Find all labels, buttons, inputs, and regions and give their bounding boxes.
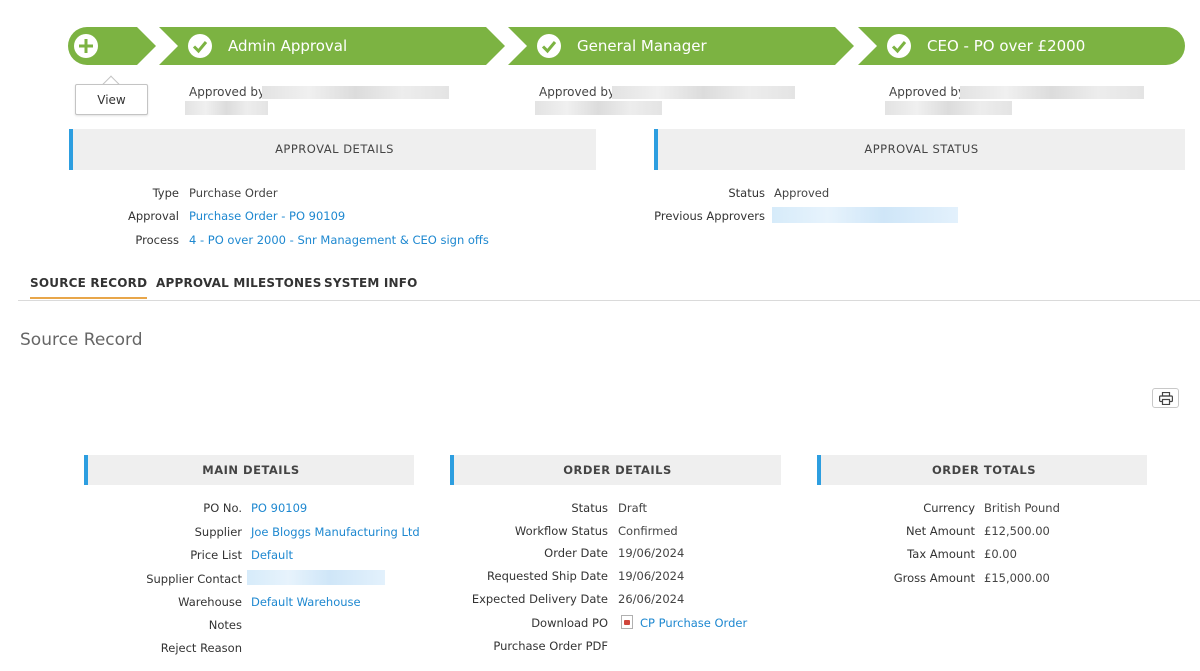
approval-details-header: APPROVAL DETAILS xyxy=(69,129,596,170)
field-value-order-date: 19/06/2024 xyxy=(618,546,685,560)
main-details-header: MAIN DETAILS xyxy=(84,455,414,485)
tab-source-record[interactable]: SOURCE RECORD xyxy=(30,276,148,299)
supplier-link[interactable]: Joe Bloggs Manufacturing Ltd xyxy=(251,525,420,539)
redacted-approver-date xyxy=(185,101,268,115)
field-value-requested-ship-date: 19/06/2024 xyxy=(618,569,685,583)
field-label-type: Type xyxy=(152,186,179,200)
path-start-step[interactable] xyxy=(68,27,156,65)
redacted-previous-approvers[interactable] xyxy=(772,207,958,223)
step-label: General Manager xyxy=(577,37,707,55)
tab-approval-milestones[interactable]: APPROVAL MILESTONES xyxy=(156,276,322,290)
path-step-general-manager[interactable]: General Manager xyxy=(508,27,854,65)
field-label-gross-amount: Gross Amount xyxy=(893,571,975,585)
field-label-price-list: Price List xyxy=(190,548,242,562)
field-value-type: Purchase Order xyxy=(189,186,278,200)
document-icon xyxy=(621,615,633,629)
field-value-workflow-status: Confirmed xyxy=(618,524,678,538)
field-label-order-date: Order Date xyxy=(544,546,608,560)
order-totals-header: ORDER TOTALS xyxy=(817,455,1147,485)
warehouse-link[interactable]: Default Warehouse xyxy=(251,595,361,609)
check-circle-icon xyxy=(537,34,561,58)
field-label-supplier-contact: Supplier Contact xyxy=(146,572,242,586)
field-label-net-amount: Net Amount xyxy=(905,524,975,538)
field-value-tax-amount: £0.00 xyxy=(984,547,1017,561)
redacted-approver xyxy=(612,86,795,99)
approved-by-label: Approved by xyxy=(539,85,616,99)
field-value-gross-amount: £15,000.00 xyxy=(984,571,1050,585)
step-label: CEO - PO over £2000 xyxy=(927,37,1086,55)
field-label-approval: Approval xyxy=(127,209,179,223)
field-value-order-status: Draft xyxy=(618,501,647,515)
field-label-notes: Notes xyxy=(208,618,242,632)
path-step-admin-approval[interactable]: Admin Approval xyxy=(159,27,505,65)
field-label-status: Status xyxy=(728,186,765,200)
price-list-link[interactable]: Default xyxy=(251,548,293,562)
order-details-header: ORDER DETAILS xyxy=(450,455,781,485)
redacted-approver-date xyxy=(885,101,1012,115)
check-circle-icon xyxy=(887,34,911,58)
field-value-currency: British Pound xyxy=(984,501,1060,515)
field-label-expected-delivery-date: Expected Delivery Date xyxy=(471,592,608,606)
field-label-supplier: Supplier xyxy=(194,525,242,539)
approval-path: Admin Approval General Manager CEO - PO … xyxy=(68,27,1185,65)
po-number-link[interactable]: PO 90109 xyxy=(251,501,307,515)
printer-icon xyxy=(1159,392,1173,405)
field-label-purchase-order-pdf: Purchase Order PDF xyxy=(493,639,608,653)
redacted-approver-date xyxy=(535,101,662,115)
field-label-warehouse: Warehouse xyxy=(178,595,242,609)
page-title: Source Record xyxy=(20,330,143,350)
field-label-workflow-status: Workflow Status xyxy=(514,524,608,538)
check-circle-icon xyxy=(188,34,212,58)
view-button[interactable]: View xyxy=(75,84,148,115)
field-label-po-no: PO No. xyxy=(203,501,242,515)
field-label-download-po: Download PO xyxy=(531,616,608,630)
process-link[interactable]: 4 - PO over 2000 - Snr Management & CEO … xyxy=(189,233,489,247)
redacted-approver xyxy=(262,86,449,99)
field-label-previous-approvers: Previous Approvers xyxy=(654,209,765,223)
field-label-order-status: Status xyxy=(571,501,608,515)
field-label-tax-amount: Tax Amount xyxy=(907,547,975,561)
field-label-currency: Currency xyxy=(923,501,975,515)
step-label: Admin Approval xyxy=(228,37,348,55)
download-po-link[interactable]: CP Purchase Order xyxy=(640,616,747,630)
approval-link[interactable]: Purchase Order - PO 90109 xyxy=(189,209,345,223)
approved-by-label: Approved by xyxy=(889,85,966,99)
redacted-approver xyxy=(960,86,1144,99)
field-label-requested-ship-date: Requested Ship Date xyxy=(487,569,608,583)
field-value-expected-delivery-date: 26/06/2024 xyxy=(618,592,685,606)
print-button[interactable] xyxy=(1152,388,1179,408)
path-step-ceo[interactable]: CEO - PO over £2000 xyxy=(858,27,1185,65)
tab-system-info[interactable]: SYSTEM INFO xyxy=(324,276,418,290)
field-label-reject-reason: Reject Reason xyxy=(160,641,242,655)
record-tabs: SOURCE RECORD APPROVAL MILESTONES SYSTEM… xyxy=(18,270,1200,301)
field-label-process: Process xyxy=(135,233,179,247)
redacted-supplier-contact[interactable] xyxy=(247,570,385,585)
approved-by-label: Approved by xyxy=(189,85,266,99)
plus-circle-icon xyxy=(74,34,98,58)
approval-status-header: APPROVAL STATUS xyxy=(654,129,1185,170)
field-value-net-amount: £12,500.00 xyxy=(984,524,1050,538)
field-value-status: Approved xyxy=(774,186,830,200)
